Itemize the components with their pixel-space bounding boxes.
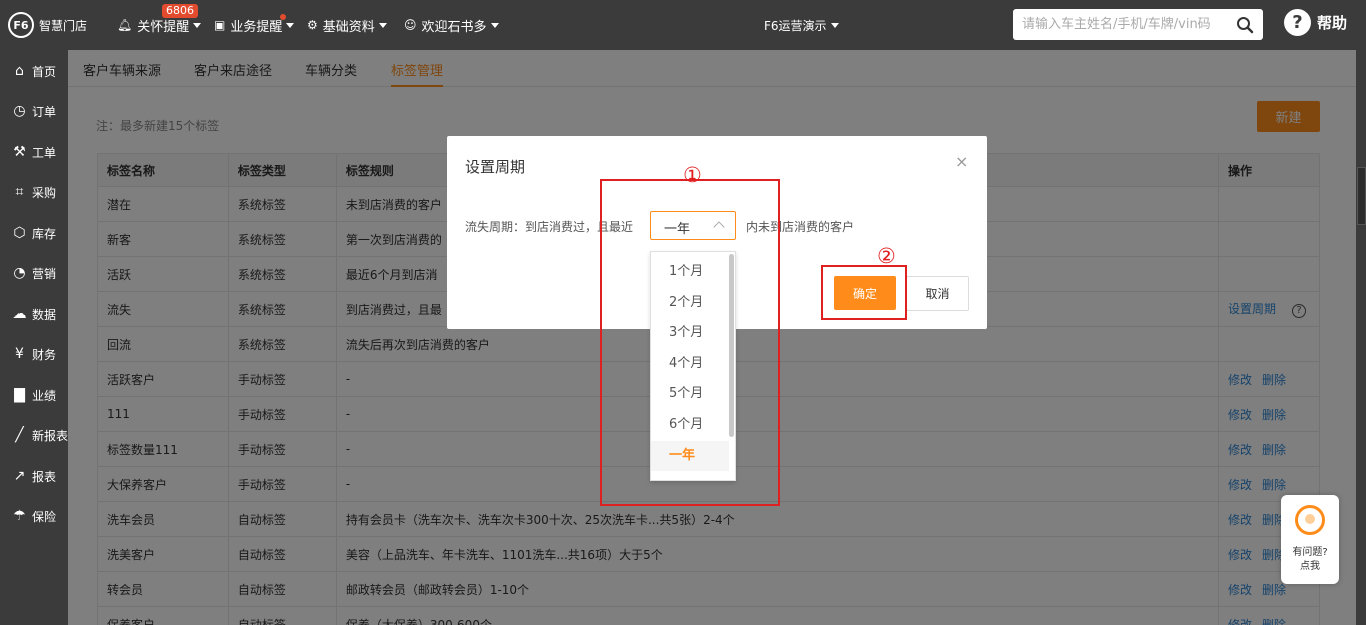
store-switcher[interactable]: F6运营演示 xyxy=(764,0,839,50)
sidebar-item-label: 库存 xyxy=(32,226,57,241)
logo[interactable]: F6 智慧门店 xyxy=(8,10,87,40)
user-icon: ☺ xyxy=(404,18,417,32)
logo-text: 智慧门店 xyxy=(39,18,88,33)
sidebar-item-label: 业绩 xyxy=(32,388,57,403)
caret-down-icon xyxy=(490,22,499,28)
sidebar-item-workorders[interactable]: ⚒ 工单 xyxy=(0,132,68,172)
help-button[interactable]: ? 帮助 xyxy=(1284,9,1347,36)
caret-down-icon xyxy=(378,22,387,28)
sidebar-item-insurance[interactable]: ☂ 保险 xyxy=(0,496,68,536)
pie-icon: ◔ xyxy=(13,265,26,281)
search-input[interactable] xyxy=(1013,9,1223,40)
floating-help-line1: 有问题? xyxy=(1292,547,1328,558)
annotation-box-confirm xyxy=(821,265,907,320)
annotation-marker-1: ① xyxy=(683,163,702,187)
sidebar-item-home[interactable]: ⌂ 首页 xyxy=(0,51,68,91)
sidebar-item-label: 保险 xyxy=(32,509,57,524)
help-label: 帮助 xyxy=(1317,14,1348,32)
search-box xyxy=(1013,9,1263,40)
caret-down-icon xyxy=(830,22,839,28)
nav-care-label: 关怀提醒 xyxy=(137,19,190,35)
sidebar-item-inventory[interactable]: ⬡ 库存 xyxy=(0,213,68,253)
sidebar-item-label: 报表 xyxy=(32,469,57,484)
floating-help-line2: 点我 xyxy=(1300,561,1320,572)
cloud-icon: ☁ xyxy=(12,306,27,322)
business-reminder-dot xyxy=(280,14,286,20)
sidebar-item-label: 首页 xyxy=(32,64,57,79)
page-scrollbar-track xyxy=(1356,50,1366,625)
nav-basic-label: 基础资料 xyxy=(322,19,375,35)
sidebar-item-orders[interactable]: ◷ 订单 xyxy=(0,91,68,131)
care-reminder-badge: 6806 xyxy=(162,4,198,18)
top-bar: F6 智慧门店 🔔︎ 关怀提醒 ▣ 业务提醒 ⚙ 基础资料 ☺ 欢迎石书多 68… xyxy=(0,0,1366,50)
trend-icon: ↗ xyxy=(13,468,26,484)
bell-icon: 🔔︎ xyxy=(117,18,133,32)
cart-icon: ⌗ xyxy=(15,184,24,200)
dialog-title: 设置周期 xyxy=(465,158,526,176)
question-icon: ? xyxy=(1284,9,1311,36)
sidebar-item-label: 财务 xyxy=(32,347,57,362)
nav-business-label: 业务提醒 xyxy=(230,19,283,35)
sidebar-item-label: 营销 xyxy=(32,266,57,281)
clock-icon: ◷ xyxy=(13,103,26,119)
close-icon[interactable]: × xyxy=(955,152,968,171)
sidebar-item-label: 新报表 xyxy=(32,428,69,443)
wrench-icon: ⚒ xyxy=(13,144,26,160)
store-name: F6运营演示 xyxy=(764,18,827,33)
nav-basic-data[interactable]: ⚙ 基础资料 xyxy=(307,0,387,50)
clipboard-icon: ▣ xyxy=(214,18,226,32)
floating-help-widget[interactable]: 有问题? 点我 xyxy=(1281,495,1339,584)
sidebar-item-marketing[interactable]: ◔ 营销 xyxy=(0,253,68,293)
box-icon: ⬡ xyxy=(13,225,26,241)
nav-user-menu[interactable]: ☺ 欢迎石书多 xyxy=(404,0,499,50)
sidebar-item-finance[interactable]: ¥ 财务 xyxy=(0,334,68,374)
line-chart-icon: ╱ xyxy=(15,427,24,443)
sidebar-item-label: 工单 xyxy=(32,145,57,160)
sidebar-item-label: 订单 xyxy=(32,104,57,119)
gear-icon: ⚙ xyxy=(307,18,318,32)
sidebar-item-reports[interactable]: ↗ 报表 xyxy=(0,456,68,496)
umbrella-icon: ☂ xyxy=(13,508,26,524)
sidebar-item-label: 采购 xyxy=(32,185,57,200)
floating-help-text: 有问题? 点我 xyxy=(1281,546,1339,574)
nav-user-label: 欢迎石书多 xyxy=(421,19,487,35)
cancel-button[interactable]: 取消 xyxy=(906,276,969,311)
sidebar-item-purchase[interactable]: ⌗ 采购 xyxy=(0,172,68,212)
customer-service-icon xyxy=(1295,505,1325,535)
annotation-marker-2: ② xyxy=(877,244,896,268)
sidebar-item-performance[interactable]: ▇ 业绩 xyxy=(0,375,68,415)
sidebar-item-new-reports[interactable]: ╱ 新报表 xyxy=(0,415,68,455)
sidebar-item-data[interactable]: ☁ 数据 xyxy=(0,294,68,334)
sidebar: ⌂ 首页 ◷ 订单 ⚒ 工单 ⌗ 采购 ⬡ 库存 ◔ 营销 ☁ 数据 ¥ 财务 ▇ 业绩 ╱ 新报表… xyxy=(0,50,68,625)
annotation-box-dropdown xyxy=(600,179,780,506)
search-icon[interactable] xyxy=(1236,16,1254,34)
page-scrollbar-thumb[interactable] xyxy=(1357,167,1366,225)
sidebar-item-label: 数据 xyxy=(32,307,57,322)
caret-down-icon xyxy=(286,22,295,28)
yen-icon: ¥ xyxy=(15,346,24,362)
caret-down-icon xyxy=(193,22,202,28)
nav-business-reminder[interactable]: ▣ 业务提醒 xyxy=(214,0,295,50)
home-icon: ⌂ xyxy=(15,63,24,79)
logo-icon: F6 xyxy=(8,12,34,38)
bar-chart-icon: ▇ xyxy=(14,387,25,403)
